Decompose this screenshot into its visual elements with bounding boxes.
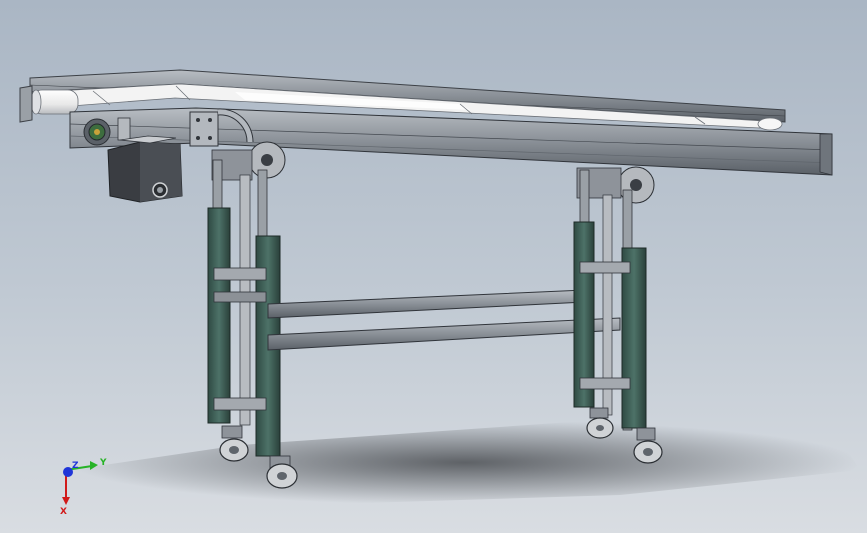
end-roller-right bbox=[757, 117, 783, 131]
conveyor-model[interactable]: Y X Z bbox=[0, 0, 867, 533]
z-axis-label: Z bbox=[72, 461, 79, 471]
base-cross-members bbox=[267, 289, 621, 351]
caster-wheel bbox=[219, 425, 249, 462]
floor-shadow bbox=[70, 420, 860, 505]
end-roller bbox=[30, 89, 79, 115]
y-axis-label: Y bbox=[99, 458, 107, 468]
end-plate bbox=[19, 85, 33, 123]
cad-viewport[interactable]: Y X Z bbox=[0, 0, 867, 533]
x-axis-label: X bbox=[60, 507, 67, 517]
right-leg-assembly bbox=[573, 166, 663, 464]
